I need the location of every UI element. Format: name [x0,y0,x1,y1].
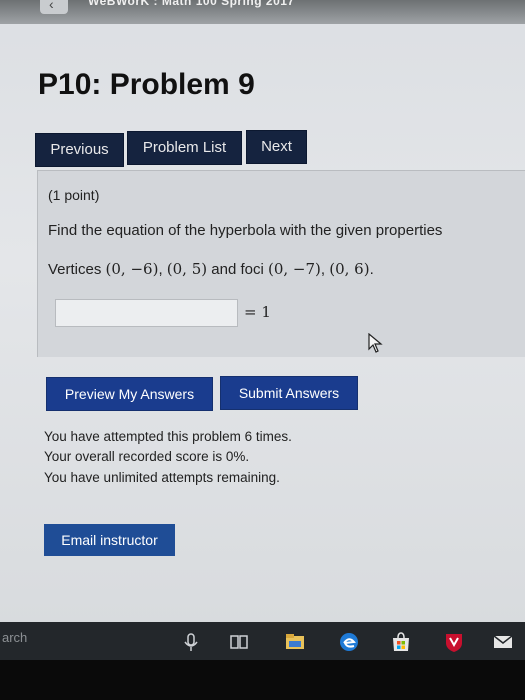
and-foci-label: and foci [211,261,264,278]
microphone-icon[interactable] [180,631,202,653]
screen: ‹ WeBWorK : Math 100 Spring 2017 P10: Pr… [0,0,525,662]
status-score: Your overall recorded score is 0%. [44,449,250,464]
mouse-pointer-icon [368,332,384,358]
file-explorer-icon[interactable] [284,631,306,653]
mail-icon[interactable] [492,631,514,653]
status-remaining: You have unlimited attempts remaining. [44,470,280,485]
vertex-2: (0, 5) [166,260,208,278]
taskbar-search[interactable]: arch [2,630,27,645]
answer-input[interactable] [55,299,238,327]
focus-2: (0, 6) [329,260,370,278]
monitor-bezel [0,660,525,700]
store-icon[interactable] [390,631,412,653]
problem-points: (1 point) [48,187,100,203]
browser-bar: ‹ WeBWorK : Math 100 Spring 2017 [0,0,525,24]
taskbar: arch [0,622,525,662]
antivirus-shield-icon[interactable] [443,631,465,653]
problem-question: Find the equation of the hyperbola with … [48,222,443,239]
status-attempts: You have attempted this problem 6 times. [44,429,292,444]
vertex-1: (0, −6) [105,260,159,278]
back-arrow-icon[interactable]: ‹ [49,0,54,12]
tab-title[interactable]: WeBWorK : Math 100 Spring 2017 [88,0,295,8]
vertices-label: Vertices [48,261,102,278]
problem-vertices-line: Vertices (0, −6), (0, 5) and foci (0, −7… [48,260,374,278]
edge-browser-icon[interactable] [338,631,360,653]
focus-1: (0, −7) [268,260,321,278]
email-instructor-button[interactable]: Email instructor [44,524,175,556]
previous-button[interactable]: Previous [35,133,124,167]
next-button[interactable]: Next [246,130,307,164]
back-tab[interactable]: ‹ [40,0,68,14]
preview-answers-button[interactable]: Preview My Answers [46,377,213,411]
equals-one: = 1 [244,303,271,321]
task-view-icon[interactable] [228,631,250,653]
submit-answers-button[interactable]: Submit Answers [220,376,358,410]
problem-list-button[interactable]: Problem List [127,131,242,165]
page-title: P10: Problem 9 [38,68,255,101]
